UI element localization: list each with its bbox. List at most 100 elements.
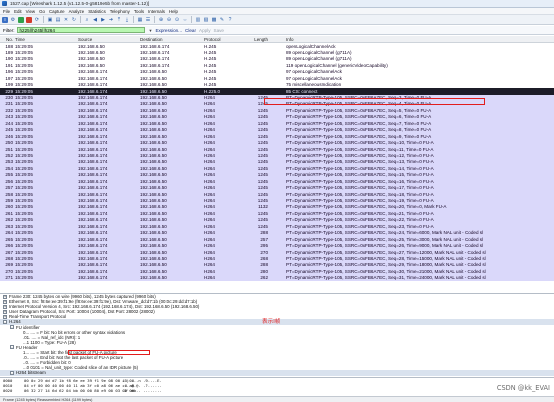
collapse-icon[interactable]: - bbox=[3, 319, 7, 324]
detail-row[interactable]: 1... .... = first_mb_in_slice: 0 bbox=[0, 376, 554, 377]
menu-analyze[interactable]: Analyze bbox=[69, 9, 85, 14]
bytes-row[interactable]: 0020 06 32 27 14 6d 62 04 bb 00 00 80 e9 … bbox=[0, 388, 554, 393]
save-filter-button[interactable]: Save bbox=[214, 28, 224, 33]
packet-protocol: H264 bbox=[204, 204, 215, 210]
bytes-ascii: .2'.mb.. ........ bbox=[122, 388, 162, 393]
find-packet-icon[interactable]: ⌕ bbox=[84, 17, 90, 23]
column-source[interactable]: Source bbox=[78, 37, 92, 42]
close-file-icon[interactable]: ✕ bbox=[63, 17, 69, 23]
menu-file[interactable]: File bbox=[3, 9, 10, 14]
go-back-icon[interactable]: ◀ bbox=[92, 17, 98, 23]
packet-source: 192.168.6.174 bbox=[78, 101, 108, 107]
packet-source: 192.168.6.174 bbox=[78, 217, 108, 223]
packet-rows: 188 15:29:05 192.168.6.50 192.168.6.174 H.24… bbox=[0, 43, 554, 282]
packet-length: 1245 bbox=[257, 101, 268, 107]
column-length[interactable]: Length bbox=[254, 37, 268, 42]
menu-go[interactable]: Go bbox=[39, 9, 45, 14]
packet-bytes[interactable]: 0000 00 0c 29 dd d7 1b f8 6e ee 39 f1 9e … bbox=[0, 377, 554, 396]
packet-time: 15:29:05 bbox=[15, 236, 33, 242]
colorize-icon[interactable]: ▦ bbox=[137, 17, 143, 23]
packet-time: 15:29:05 bbox=[15, 210, 33, 216]
packet-info: PT=DynamicRTP-Type-105, SSRC=0xFB6A7EC, … bbox=[286, 107, 432, 113]
expand-icon[interactable]: + bbox=[3, 299, 7, 304]
restart-capture-icon[interactable]: ⟳ bbox=[34, 17, 40, 23]
zoom-in-icon[interactable]: ⊕ bbox=[158, 17, 164, 23]
packet-row[interactable]: 271 15:29:05 192.168.6.174 192.168.6.50 H264… bbox=[0, 274, 554, 282]
expression-button[interactable]: Expression... bbox=[155, 28, 182, 33]
packet-info: PT=DynamicRTP-Type-105, SSRC=0xFB6A7EC, … bbox=[286, 133, 432, 139]
packet-destination: 192.168.6.50 bbox=[140, 275, 167, 281]
packet-number: 230 bbox=[5, 95, 13, 100]
start-capture-icon[interactable] bbox=[18, 16, 24, 23]
menu-edit[interactable]: Edit bbox=[14, 9, 22, 14]
menu-statistics[interactable]: Statistics bbox=[88, 9, 106, 14]
expand-icon[interactable]: + bbox=[3, 304, 7, 309]
display-filters-icon[interactable]: ▧ bbox=[203, 17, 209, 23]
packet-info: PT=DynamicRTP-Type-105, SSRC=0xFB6A7EC, … bbox=[286, 210, 434, 216]
packet-number: 270 bbox=[5, 268, 13, 274]
packet-list[interactable]: No. Time Source Destination Protocol Len… bbox=[0, 36, 554, 292]
clear-button[interactable]: Clear bbox=[185, 28, 196, 33]
open-file-icon[interactable]: ▣ bbox=[47, 17, 53, 23]
first-packet-icon[interactable]: ⤒ bbox=[116, 17, 122, 23]
column-time[interactable]: Time bbox=[15, 37, 25, 42]
collapse-icon[interactable]: - bbox=[10, 325, 14, 330]
menu-help[interactable]: Help bbox=[169, 9, 178, 14]
autoscroll-icon[interactable]: ☰ bbox=[145, 17, 151, 23]
packet-length: 1245 bbox=[257, 146, 268, 152]
last-packet-icon[interactable]: ⤓ bbox=[124, 17, 130, 23]
collapse-icon[interactable]: - bbox=[10, 345, 14, 350]
packet-source: 192.168.6.50 bbox=[78, 43, 105, 49]
packet-number: 188 bbox=[5, 43, 13, 49]
packet-time: 15:29:05 bbox=[15, 82, 33, 88]
zoom-out-icon[interactable]: ⊖ bbox=[166, 17, 172, 23]
expand-icon[interactable]: + bbox=[3, 309, 7, 314]
expand-icon[interactable]: + bbox=[3, 294, 7, 299]
interfaces-icon[interactable]: ≡ bbox=[2, 16, 8, 23]
help-icon[interactable]: ? bbox=[227, 17, 233, 23]
filter-dropdown-icon[interactable]: ▼ bbox=[148, 28, 152, 33]
packet-details[interactable]: + Frame 230: 1245 bytes on wire (9960 bit… bbox=[0, 293, 554, 376]
packet-source: 192.168.6.174 bbox=[78, 107, 108, 113]
packet-source: 192.168.6.174 bbox=[78, 88, 108, 94]
reload-icon[interactable]: ↻ bbox=[71, 17, 77, 23]
packet-source: 192.168.6.174 bbox=[78, 191, 108, 197]
menu-telephony[interactable]: Telephony bbox=[110, 9, 130, 14]
collapse-icon[interactable]: - bbox=[10, 370, 14, 375]
menu-view[interactable]: View bbox=[26, 9, 35, 14]
packet-destination: 192.168.6.50 bbox=[140, 217, 167, 223]
column-destination[interactable]: Destination bbox=[140, 37, 163, 42]
go-to-packet-icon[interactable]: ➜ bbox=[108, 17, 114, 23]
packet-number: 261 bbox=[5, 210, 13, 216]
menu-capture[interactable]: Capture bbox=[49, 9, 65, 14]
column-info[interactable]: Info bbox=[286, 37, 294, 42]
preferences-icon[interactable]: ✎ bbox=[219, 17, 225, 23]
packet-destination: 192.168.6.50 bbox=[140, 152, 167, 158]
menu-internals[interactable]: Internals bbox=[148, 9, 165, 14]
packet-info: PT=DynamicRTP-Type-105, SSRC=0xFB6A7EC, … bbox=[286, 178, 434, 184]
zoom-normal-icon[interactable]: ⊙ bbox=[174, 17, 180, 23]
packet-protocol: H.245 bbox=[204, 43, 217, 49]
toolbar-divider bbox=[154, 16, 155, 23]
capture-filters-icon[interactable]: ▥ bbox=[195, 17, 201, 23]
stop-capture-icon[interactable] bbox=[26, 16, 32, 23]
resize-columns-icon[interactable]: ⇔ bbox=[182, 17, 188, 23]
packet-info: 119 openLogicalChannel (genericVideoCapa… bbox=[286, 62, 388, 68]
column-no[interactable]: No. bbox=[3, 37, 13, 42]
main-toolbar: ≡ ⚙ ⟳ ▣ ▤ ✕ ↻ ⌕ ◀ ▶ ➜ ⤒ ⤓ ▦ ☰ ⊕ ⊖ ⊙ ⇔ ▥ … bbox=[0, 15, 554, 25]
go-forward-icon[interactable]: ▶ bbox=[100, 17, 106, 23]
packet-length: 1245 bbox=[257, 185, 268, 191]
packet-source: 192.168.6.174 bbox=[78, 120, 108, 126]
expand-icon[interactable]: + bbox=[3, 314, 7, 319]
watermark: CSDN @kk_EVAI bbox=[496, 384, 550, 392]
save-file-icon[interactable]: ▤ bbox=[55, 17, 61, 23]
apply-button[interactable]: Apply bbox=[199, 28, 211, 33]
coloring-rules-icon[interactable]: ▩ bbox=[211, 17, 217, 23]
column-protocol[interactable]: Protocol bbox=[204, 37, 221, 42]
display-filter-input[interactable]: h225||h245||h264 bbox=[17, 27, 146, 33]
packet-length: 270 bbox=[260, 249, 268, 255]
menu-tools[interactable]: Tools bbox=[134, 9, 144, 14]
options-icon[interactable]: ⚙ bbox=[10, 17, 16, 23]
menu-bar: File Edit View Go Capture Analyze Statis… bbox=[0, 8, 554, 15]
details-rows: + Frame 230: 1245 bytes on wire (9960 bit… bbox=[0, 294, 554, 376]
